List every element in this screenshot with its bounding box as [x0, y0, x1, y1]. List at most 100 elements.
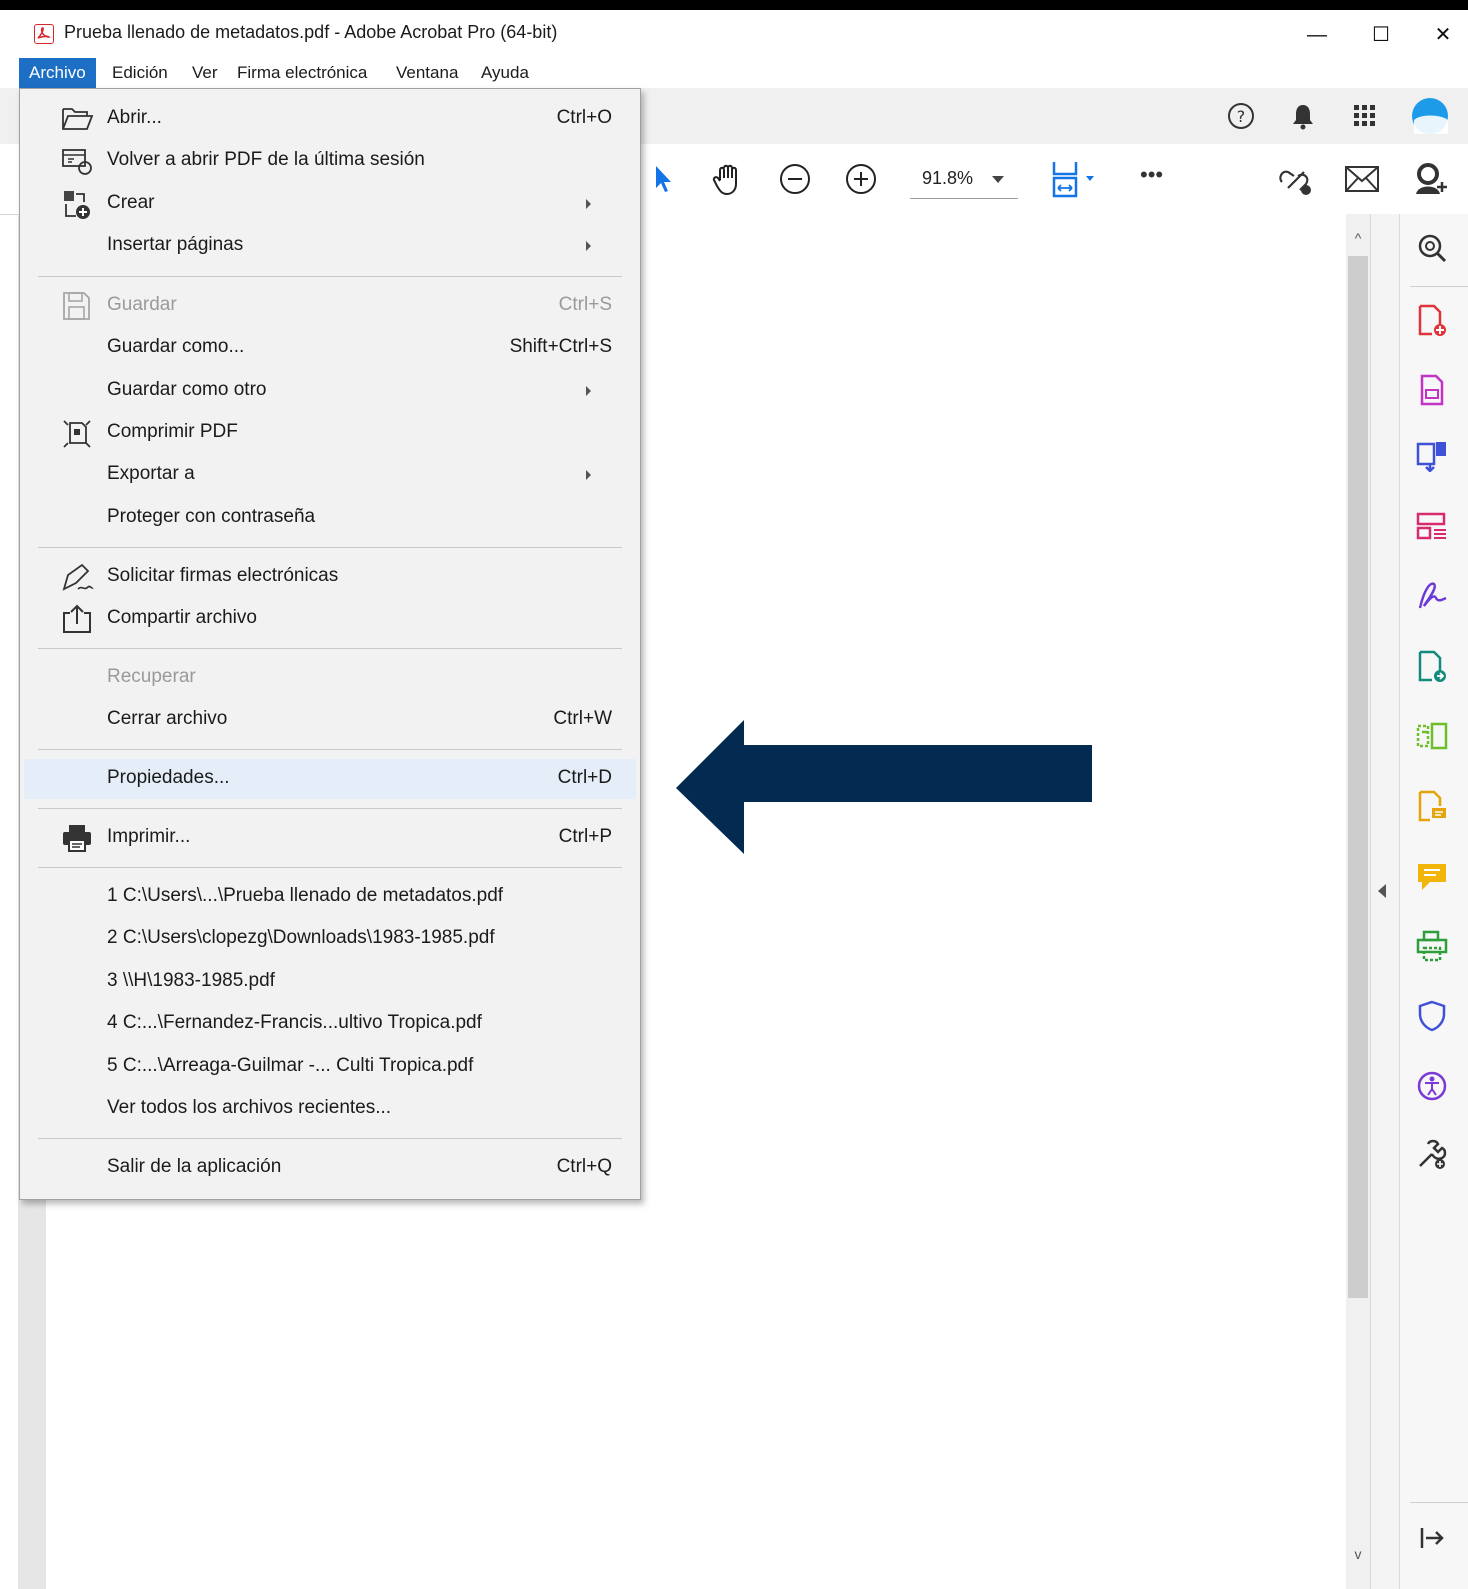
menu-item-label: Crear [107, 192, 155, 213]
minimize-icon[interactable]: — [1294, 20, 1340, 50]
menu-item-label: Proteger con contraseña [107, 506, 316, 527]
combine-files-icon[interactable] [1416, 650, 1448, 682]
scroll-down-icon[interactable]: v [1348, 1546, 1368, 1566]
collapse-pane-icon[interactable] [1378, 884, 1386, 898]
printer-icon [63, 825, 91, 852]
menu-item-ver-todos-recientes[interactable]: Ver todos los archivos recientes... [24, 1089, 636, 1129]
search-enhance-icon[interactable] [1416, 232, 1448, 264]
menu-separator [38, 867, 622, 868]
menu-item-compartir-archivo[interactable]: Compartir archivo [24, 599, 636, 639]
menu-item-volver-a-abrir[interactable]: Volver a abrir PDF de la última sesión [24, 141, 636, 181]
menu-item-label: Salir de la aplicación [107, 1156, 282, 1177]
close-window-icon[interactable]: ✕ [1420, 20, 1466, 50]
comment-icon[interactable] [1416, 860, 1448, 892]
maximize-icon[interactable]: ☐ [1358, 20, 1404, 50]
menu-item-label: Cerrar archivo [107, 708, 228, 729]
menu-item-exportar-a[interactable]: Exportar a [24, 455, 636, 495]
menu-item-label: Recuperar [107, 666, 196, 687]
menu-item-imprimir[interactable]: Imprimir... Ctrl+P [24, 818, 636, 858]
menu-item-label: Comprimir PDF [107, 421, 238, 442]
menu-item-recent-file[interactable]: 5 C:...\Arreaga-Guilmar -... Culti Tropi… [24, 1047, 636, 1087]
menu-item-recent-file[interactable]: 2 C:\Users\clopezg\Downloads\1983-1985.p… [24, 919, 636, 959]
menu-edicion[interactable]: Edición [102, 58, 178, 88]
save-icon [63, 292, 90, 320]
account-icon[interactable] [1408, 96, 1468, 136]
edit-pdf-icon[interactable] [1416, 374, 1448, 406]
menu-item-guardar-como[interactable]: Guardar como... Shift+Ctrl+S [24, 328, 636, 368]
apps-grid-icon[interactable] [1350, 101, 1380, 131]
folder-open-icon [62, 108, 94, 130]
create-pdf-tool-icon[interactable] [1416, 304, 1448, 336]
select-arrow-icon[interactable] [652, 164, 676, 194]
tools-separator [1410, 286, 1468, 287]
menu-item-abrir[interactable]: Abrir... Ctrl+O [24, 99, 636, 139]
menu-ayuda[interactable]: Ayuda [471, 58, 539, 88]
scan-ocr-icon[interactable] [1416, 720, 1448, 752]
accessibility-icon[interactable] [1416, 1070, 1448, 1102]
menu-ver[interactable]: Ver [182, 58, 228, 88]
menu-item-recent-file[interactable]: 4 C:...\Fernandez-Francis...ultivo Tropi… [24, 1004, 636, 1044]
menu-ventana[interactable]: Ventana [386, 58, 468, 88]
menu-item-insertar-paginas[interactable]: Insertar páginas [24, 226, 636, 266]
menu-item-salir[interactable]: Salir de la aplicación Ctrl+Q [24, 1148, 636, 1188]
export-pdf-icon[interactable] [1416, 440, 1448, 472]
zoom-level-value: 91.8% [922, 168, 974, 188]
link-icon[interactable] [1276, 160, 1316, 198]
more-tools-icon[interactable] [1416, 1138, 1448, 1170]
menu-item-label: Ver todos los archivos recientes... [107, 1097, 392, 1118]
menu-item-label: Propiedades... [107, 767, 230, 788]
create-pdf-icon [64, 191, 90, 219]
scroll-up-icon[interactable]: ^ [1348, 230, 1368, 250]
submenu-arrow-icon [586, 199, 591, 209]
fill-sign-icon[interactable] [1416, 580, 1448, 612]
menu-item-label: 5 C:...\Arreaga-Guilmar -... Culti Tropi… [107, 1055, 474, 1076]
menu-item-guardar-como-otro[interactable]: Guardar como otro [24, 371, 636, 411]
menu-item-proteger[interactable]: Proteger con contraseña [24, 498, 636, 538]
menu-item-label: Solicitar firmas electrónicas [107, 565, 339, 586]
menu-item-recent-file[interactable]: 1 C:\Users\...\Prueba llenado de metadat… [24, 877, 636, 917]
zoom-level-dropdown[interactable]: 91.8% [910, 162, 1018, 199]
share-icon [63, 604, 91, 633]
menu-firma-electronica[interactable]: Firma electrónica [227, 58, 377, 88]
protect-icon[interactable] [1416, 1000, 1448, 1032]
compress-icon [63, 420, 91, 448]
menu-item-label: 2 C:\Users\clopezg\Downloads\1983-1985.p… [107, 927, 495, 948]
organize-pages-icon[interactable] [1416, 510, 1448, 542]
bell-icon[interactable] [1288, 101, 1318, 131]
menu-item-shortcut: Ctrl+D [557, 767, 612, 788]
fit-page-icon[interactable] [1048, 160, 1104, 200]
menu-item-label: Guardar [107, 294, 177, 315]
menu-item-cerrar-archivo[interactable]: Cerrar archivo Ctrl+W [24, 700, 636, 740]
menu-item-recent-file[interactable]: 3 \\H\1983-1985.pdf [24, 962, 636, 1002]
add-user-icon[interactable] [1410, 160, 1468, 198]
right-tools-pane [1400, 214, 1468, 1589]
mail-icon[interactable] [1344, 164, 1380, 194]
menu-separator [38, 1138, 622, 1139]
zoom-in-icon[interactable] [844, 162, 878, 196]
menu-separator [38, 547, 622, 548]
menu-item-shortcut: Ctrl+S [558, 294, 612, 315]
menu-item-crear[interactable]: Crear [24, 184, 636, 224]
menu-separator [38, 808, 622, 809]
menu-item-label: Guardar como... [107, 336, 245, 357]
zoom-out-icon[interactable] [778, 162, 812, 196]
hand-icon[interactable] [710, 160, 748, 198]
menu-archivo[interactable]: Archivo [19, 58, 96, 88]
print-production-icon[interactable] [1416, 930, 1448, 962]
help-icon[interactable]: ? [1226, 101, 1256, 131]
expand-pane-icon[interactable] [1416, 1522, 1448, 1554]
comment-doc-icon[interactable] [1416, 790, 1448, 822]
menu-item-shortcut: Ctrl+Q [556, 1156, 612, 1177]
menu-item-label: Insertar páginas [107, 234, 244, 255]
menu-item-label: Imprimir... [107, 826, 191, 847]
menu-item-shortcut: Ctrl+W [553, 708, 612, 729]
menu-item-guardar[interactable]: Guardar Ctrl+S [24, 286, 636, 326]
scrollbar-thumb[interactable] [1348, 256, 1368, 1298]
submenu-arrow-icon [586, 241, 591, 251]
menu-item-propiedades[interactable]: Propiedades... Ctrl+D [24, 759, 636, 799]
menu-item-recuperar[interactable]: Recuperar [24, 658, 636, 698]
more-tools-button[interactable]: ••• [1140, 162, 1163, 188]
menu-item-label: Guardar como otro [107, 379, 267, 400]
menu-item-solicitar-firmas[interactable]: Solicitar firmas electrónicas [24, 557, 636, 597]
menu-item-comprimir-pdf[interactable]: Comprimir PDF [24, 413, 636, 453]
